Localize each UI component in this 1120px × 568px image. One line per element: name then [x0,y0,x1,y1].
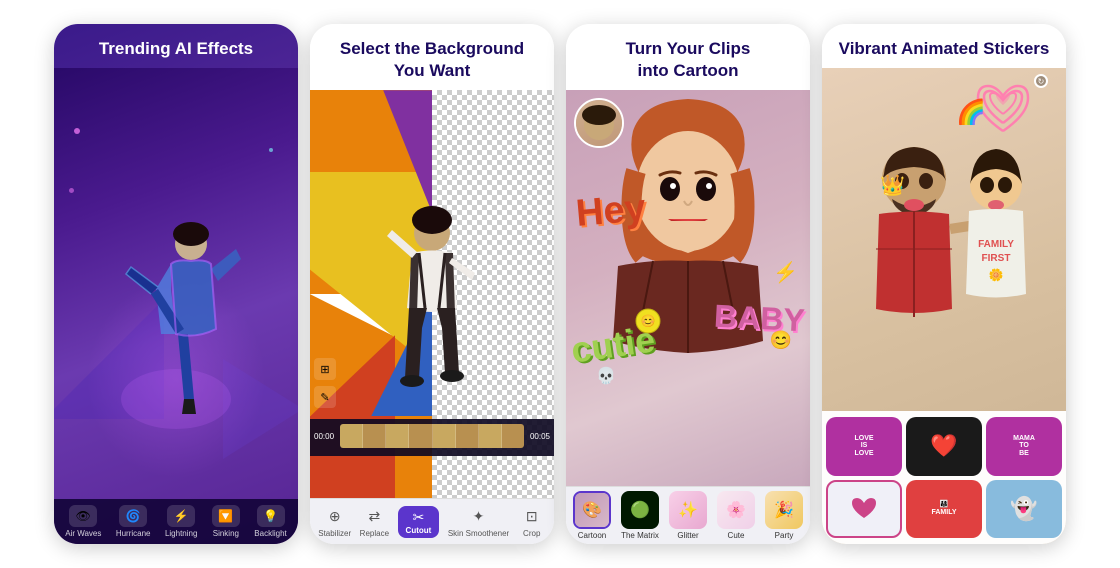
toolbar-item-stabilizer[interactable]: ⊕ Stabilizer [318,505,351,538]
toolbar-item-replace[interactable]: ⇄ Replace [360,505,389,538]
skin-smoothener-icon: ✦ [465,505,493,527]
timeline-area: 00:00 00:05 [310,419,554,456]
toolbar-label-cute: Cute [728,531,745,540]
jumping-person [367,198,497,418]
card-cartoon: Turn Your Clipsinto Cartoon [566,24,810,544]
crown-sticker: 👑 [880,173,905,198]
family-people: FAMILY FIRST 🌼 [834,129,1054,399]
app-screenshot: Trending AI Effects [0,0,1120,568]
card-ai-effects: Trending AI Effects [54,24,298,544]
cutout-active-bg: ✂ Cutout [398,506,440,538]
lightning-bolt-sticker: ⚡ [773,260,798,285]
toolbar-label-hurricane: Hurricane [116,529,151,538]
toolbar-label-lightning: Lightning [165,529,197,538]
toolbar-label-backlight: Backlight [254,529,286,538]
hey-text: Hey [574,187,647,236]
toolbar-label-airwaves: Air Waves [65,529,101,538]
sticker-love-is-love[interactable]: LOVE IS LOVE [826,417,902,475]
stabilizer-icon: ⊕ [321,505,349,527]
toolbar-item-matrix[interactable]: 🟢 The Matrix [621,491,659,540]
sticker-heart-outline[interactable] [826,480,902,538]
card-stickers: Vibrant Animated Stickers [822,24,1066,544]
toolbar-item-cutout[interactable]: ✂ Cutout [398,506,440,538]
hurricane-icon: 🌀 [119,505,147,527]
crop-icon: ⊡ [518,505,546,527]
toolbar-item-crop[interactable]: ⊡ Crop [518,505,546,538]
sticker-mama-to-be[interactable]: MAMA TO BE [986,417,1062,475]
party-thumb: 🎉 [765,491,803,529]
card1-title: Trending AI Effects [54,24,298,68]
card4-title: Vibrant Animated Stickers [822,24,1066,68]
card3-toolbar: 🎨 Cartoon 🟢 The Matrix ✨ Glitter 🌸 [566,486,810,544]
toolbar-item-backlight[interactable]: 💡 Backlight [254,505,286,538]
rainbow-sticker: 🌈 [956,98,986,127]
toolbar-label-skin: Skin Smoothener [448,529,509,538]
skull-sticker: 💀 [596,366,616,386]
small-portrait [574,98,624,148]
toolbar-label-crop: Crop [523,529,540,538]
toolbar-item-glitter[interactable]: ✨ Glitter [669,491,707,540]
toolbar-item-cute[interactable]: 🌸 Cute [717,491,755,540]
smile-sticker: 😊 [770,330,792,351]
svg-text:FAMILY: FAMILY [978,239,1014,250]
toolbar-label-cartoon: Cartoon [578,531,606,540]
matrix-thumb: 🟢 [621,491,659,529]
toolbar-item-skin[interactable]: ✦ Skin Smoothener [448,505,509,538]
edit-icon[interactable]: ✎ [314,386,336,408]
glitter-thumb: ✨ [669,491,707,529]
layers-icon[interactable]: ⊞ [314,358,336,380]
toolbar-item-hurricane[interactable]: 🌀 Hurricane [116,505,151,538]
card2-title: Select the BackgroundYou Want [310,24,554,90]
sticker-heart-red[interactable]: ❤️ [906,417,982,475]
toolbar-item-airwaves[interactable]: 👁 Air Waves [65,505,101,538]
replace-icon: ⇄ [360,505,388,527]
sticker-rotate-handle[interactable]: ↻ [1034,74,1048,88]
card1-content [54,68,298,499]
card3-content: 😊 Hey BABY cutie ⚡ 😊 💀 [566,90,810,486]
card1-toolbar: 👁 Air Waves 🌀 Hurricane ⚡ Lightning 🔽 [54,499,298,544]
sticker-family-first[interactable]: 👨‍👩‍👧 FAMILY [906,480,982,538]
card3-title: Turn Your Clipsinto Cartoon [566,24,810,90]
toolbar-label-party: Party [775,531,794,540]
card4-content: FAMILY FIRST 🌼 ↻ 👑 🌈 [822,68,1066,544]
sticker-ghost[interactable]: 👻 [986,480,1062,538]
toolbar-label-sinking: Sinking [213,529,239,538]
svg-text:🌼: 🌼 [989,268,1004,282]
dancer-figure [106,199,246,449]
card2-content: 00:00 00:05 [310,90,554,498]
toolbar-label-glitter: Glitter [677,531,698,540]
toolbar-label-cutout: Cutout [406,526,432,535]
toolbar-item-sinking[interactable]: 🔽 Sinking [212,505,240,538]
toolbar-label-replace: Replace [360,529,389,538]
toolbar-item-cartoon[interactable]: 🎨 Cartoon [573,491,611,540]
lightning-icon: ⚡ [167,505,195,527]
svg-text:FIRST: FIRST [982,253,1011,264]
toolbar-label-matrix: The Matrix [621,531,659,540]
baby-text: BABY [713,298,805,340]
sticker-panel: LOVE IS LOVE ❤️ MAMA TO BE [822,411,1066,544]
cute-thumb: 🌸 [717,491,755,529]
card-background: Select the BackgroundYou Want [310,24,554,544]
left-side-icons: ⊞ ✎ [314,358,336,408]
toolbar-item-party[interactable]: 🎉 Party [765,491,803,540]
cartoon-thumb: 🎨 [573,491,611,529]
air-waves-icon: 👁 [69,505,97,527]
card2-toolbar: ⊕ Stabilizer ⇄ Replace ✂ Cutout ✦ [310,498,554,544]
sinking-icon: 🔽 [212,505,240,527]
backlight-icon: 💡 [257,505,285,527]
toolbar-label-stabilizer: Stabilizer [318,529,351,538]
toolbar-item-lightning[interactable]: ⚡ Lightning [165,505,197,538]
